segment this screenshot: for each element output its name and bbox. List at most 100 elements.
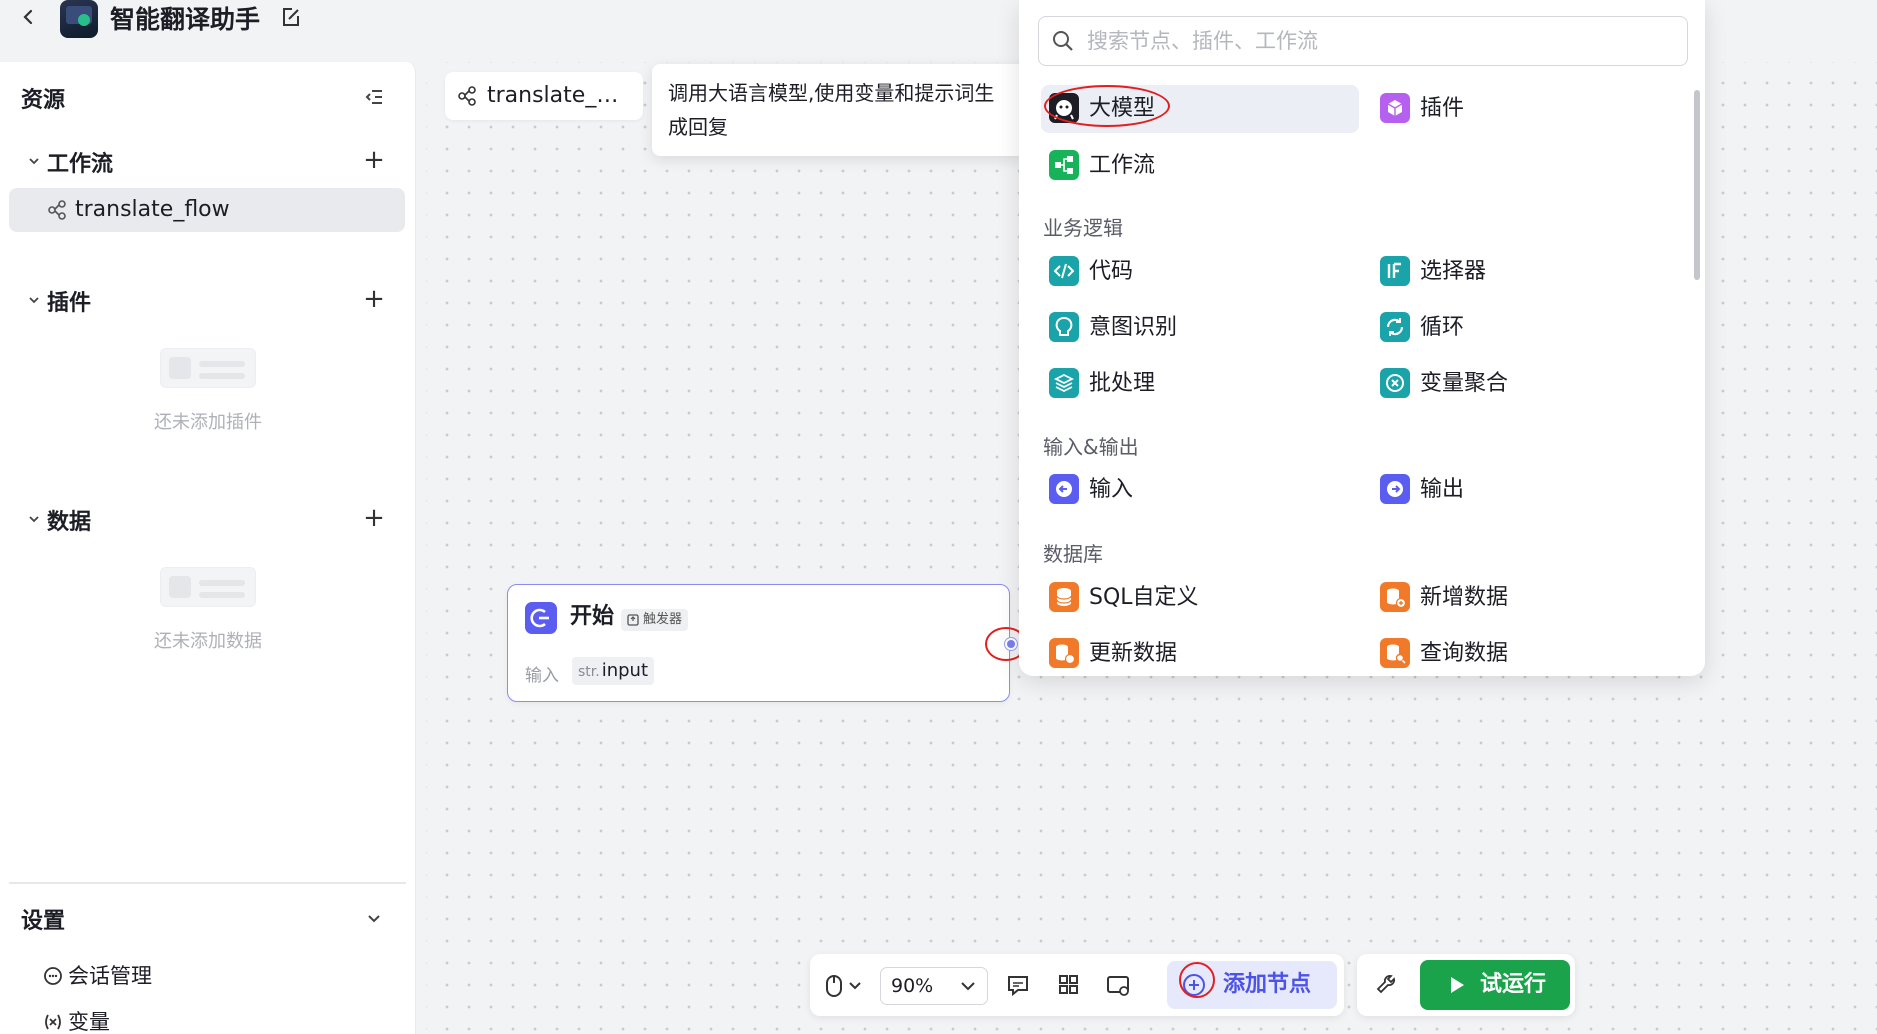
node-item-label: SQL自定义 bbox=[1089, 585, 1199, 610]
chat-settings-icon bbox=[42, 965, 64, 987]
debug-tools-button[interactable] bbox=[1369, 967, 1405, 1003]
group-label-database: 数据库 bbox=[1043, 542, 1103, 566]
workflow-icon bbox=[1049, 150, 1079, 180]
settings-item-label: 会话管理 bbox=[68, 964, 152, 988]
input-type: str. bbox=[578, 664, 600, 680]
mouse-mode-button[interactable] bbox=[820, 968, 870, 1004]
node-item-label: 变量聚合 bbox=[1420, 371, 1509, 396]
mouse-icon bbox=[826, 975, 861, 997]
node-item-input[interactable]: 输入 bbox=[1041, 466, 1341, 514]
layout-grid-icon bbox=[1059, 975, 1078, 994]
node-search-input[interactable] bbox=[1087, 25, 1677, 57]
code-icon bbox=[1049, 256, 1079, 286]
wrench-icon bbox=[1376, 975, 1395, 994]
add-node-highlight-ring bbox=[1179, 962, 1215, 998]
node-item-label: 插件 bbox=[1420, 96, 1465, 121]
settings-item-variables[interactable]: 变量 bbox=[42, 1006, 110, 1034]
node-item-plugin[interactable]: 插件 bbox=[1372, 85, 1672, 133]
node-item-label: 输出 bbox=[1420, 477, 1465, 502]
app-title: 智能翻译助手 bbox=[110, 5, 261, 34]
search-icon bbox=[1051, 29, 1075, 53]
minimap-button[interactable] bbox=[1100, 967, 1136, 1003]
comment-button[interactable] bbox=[1000, 967, 1036, 1003]
sidebar-item-translate-flow[interactable]: translate_flow bbox=[9, 188, 405, 232]
node-item-loop[interactable]: 循环 bbox=[1372, 304, 1672, 352]
back-button[interactable] bbox=[18, 2, 38, 32]
node-item-label: 批处理 bbox=[1089, 371, 1156, 396]
chevron-down-icon bbox=[959, 977, 977, 995]
node-item-insert-data[interactable]: 新增数据 bbox=[1372, 574, 1672, 622]
start-node-title: 开始 bbox=[570, 604, 615, 629]
node-item-sql[interactable]: SQL自定义 bbox=[1041, 574, 1341, 622]
chevron-left-icon bbox=[23, 9, 33, 25]
trigger-badge: 触发器 bbox=[621, 609, 689, 631]
add-workflow-button[interactable]: + bbox=[362, 147, 386, 173]
input-icon bbox=[1049, 474, 1079, 504]
sidebar-divider bbox=[9, 882, 406, 884]
llm-highlight-ring bbox=[1044, 85, 1170, 127]
node-item-label: 输入 bbox=[1089, 477, 1134, 502]
add-data-button[interactable]: + bbox=[362, 505, 386, 531]
output-icon bbox=[1380, 474, 1410, 504]
node-item-batch[interactable]: 批处理 bbox=[1041, 360, 1341, 408]
plugins-section-chevron-icon[interactable] bbox=[26, 292, 42, 308]
node-item-label: 代码 bbox=[1089, 259, 1134, 284]
node-item-label: 工作流 bbox=[1089, 153, 1156, 178]
add-node-label: 添加节点 bbox=[1223, 972, 1312, 997]
settings-item-session-management[interactable]: 会话管理 bbox=[42, 960, 152, 990]
node-item-workflow[interactable]: 工作流 bbox=[1041, 142, 1341, 190]
workflow-icon bbox=[47, 200, 67, 220]
auto-layout-button[interactable] bbox=[1050, 967, 1086, 1003]
llm-tooltip: 调用大语言模型,使用变量和提示词生成回复 bbox=[652, 64, 1026, 156]
data-section-label: 数据 bbox=[47, 510, 92, 535]
intent-recognition-icon bbox=[1049, 312, 1079, 342]
workflow-section-label: 工作流 bbox=[47, 152, 114, 177]
group-label-logic: 业务逻辑 bbox=[1043, 216, 1123, 240]
add-plugin-button[interactable]: + bbox=[362, 286, 386, 312]
node-item-label: 选择器 bbox=[1420, 259, 1487, 284]
play-icon bbox=[1448, 975, 1466, 995]
canvas-workflow-tab[interactable]: translate_… bbox=[445, 72, 643, 120]
node-item-query-data[interactable]: 查询数据 bbox=[1372, 630, 1672, 678]
node-search-box[interactable] bbox=[1038, 16, 1688, 66]
plugins-section-label: 插件 bbox=[47, 291, 92, 316]
trigger-icon bbox=[626, 613, 640, 627]
node-item-code[interactable]: 代码 bbox=[1041, 248, 1341, 296]
input-param-tag: str. input bbox=[572, 657, 655, 685]
panel-scrollbar[interactable] bbox=[1694, 90, 1700, 280]
empty-data-illustration bbox=[160, 567, 256, 607]
node-item-selector[interactable]: 选择器 bbox=[1372, 248, 1672, 296]
trigger-badge-label: 触发器 bbox=[643, 612, 683, 627]
node-item-label: 意图识别 bbox=[1089, 315, 1178, 340]
start-node-icon bbox=[525, 602, 557, 634]
settings-chevron-down-icon[interactable] bbox=[364, 908, 384, 928]
database-sql-icon bbox=[1049, 582, 1079, 612]
canvas-tab-label: translate_… bbox=[487, 83, 619, 108]
empty-plugins-illustration bbox=[160, 348, 256, 388]
start-node[interactable]: 开始 触发器 输入 str. input bbox=[507, 584, 1010, 702]
test-run-button[interactable]: 试运行 bbox=[1420, 960, 1570, 1010]
node-item-label: 更新数据 bbox=[1089, 641, 1178, 666]
edit-icon[interactable] bbox=[280, 6, 302, 28]
workflow-section-chevron-icon[interactable] bbox=[26, 153, 42, 169]
node-item-intent[interactable]: 意图识别 bbox=[1041, 304, 1341, 352]
zoom-select[interactable]: 90% bbox=[880, 967, 988, 1005]
batch-icon bbox=[1049, 368, 1079, 398]
database-add-icon bbox=[1380, 582, 1410, 612]
zoom-value: 90% bbox=[891, 975, 934, 997]
if-selector-icon bbox=[1380, 256, 1410, 286]
collapse-sidebar-icon[interactable] bbox=[363, 86, 385, 108]
settings-item-label: 变量 bbox=[68, 1010, 110, 1034]
node-item-var-aggregate[interactable]: 变量聚合 bbox=[1372, 360, 1672, 408]
database-update-icon bbox=[1049, 638, 1079, 668]
node-item-output[interactable]: 输出 bbox=[1372, 466, 1672, 514]
empty-data-text: 还未添加数据 bbox=[154, 631, 262, 652]
node-item-update-data[interactable]: 更新数据 bbox=[1041, 630, 1341, 678]
test-run-label: 试运行 bbox=[1480, 972, 1547, 997]
data-section-chevron-icon[interactable] bbox=[26, 511, 42, 527]
input-name: input bbox=[601, 660, 649, 681]
variable-aggregate-icon bbox=[1380, 368, 1410, 398]
plugin-icon bbox=[1380, 93, 1410, 123]
node-item-label: 新增数据 bbox=[1420, 585, 1509, 610]
node-item-label: 循环 bbox=[1420, 315, 1465, 340]
